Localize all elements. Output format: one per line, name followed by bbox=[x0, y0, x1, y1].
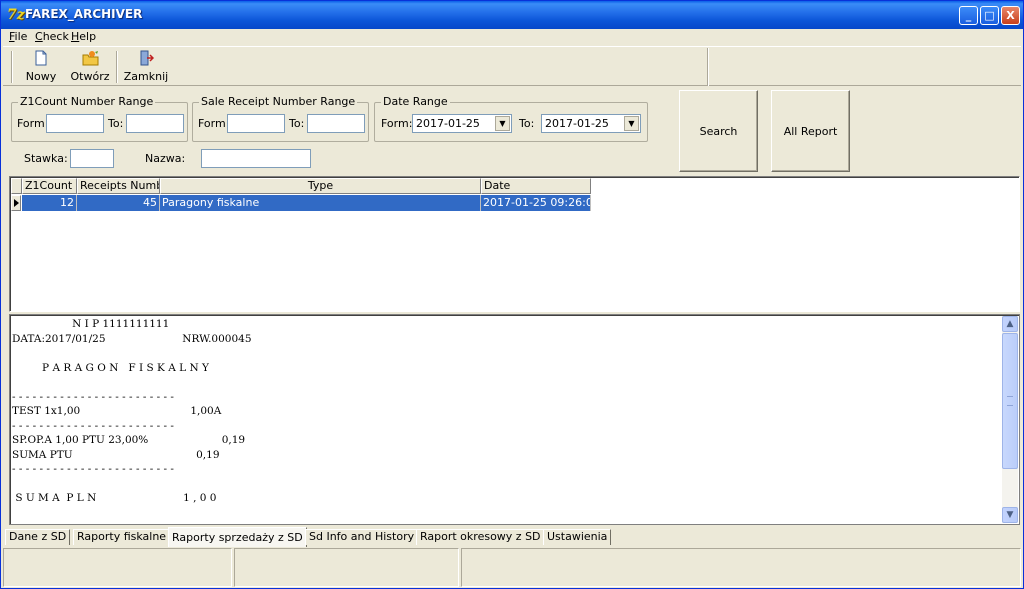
reports-grid[interactable]: Z1Count Receipts Numbe Type Date 12 45 P… bbox=[9, 176, 1020, 312]
receipt-text: N I P 1111111111 DATA:2017/01/25 NRW.000… bbox=[12, 318, 252, 504]
grid-header-z1count[interactable]: Z1Count bbox=[22, 178, 77, 194]
date-range-group: Date Range Form: 2017-01-25 ▼ To: 2017-0… bbox=[374, 95, 648, 142]
table-row-type[interactable]: Paragony fiskalne bbox=[160, 195, 481, 211]
sale-receipt-range-group: Sale Receipt Number Range Form To: bbox=[192, 95, 369, 142]
toolbar-grip bbox=[11, 51, 13, 83]
date-from-picker[interactable]: 2017-01-25 ▼ bbox=[412, 114, 512, 133]
maximize-button[interactable]: □ bbox=[980, 6, 999, 25]
menu-check[interactable]: Check bbox=[35, 30, 69, 43]
grid-header-receipts[interactable]: Receipts Numbe bbox=[77, 178, 160, 194]
status-panel-2 bbox=[234, 548, 459, 587]
open-button[interactable]: Otwórz bbox=[69, 50, 111, 84]
z1count-range-title: Z1Count Number Range bbox=[18, 95, 156, 108]
z1count-to-label: To: bbox=[108, 117, 124, 130]
table-row-date[interactable]: 2017-01-25 09:26:0( bbox=[481, 195, 591, 211]
date-to-picker[interactable]: 2017-01-25 ▼ bbox=[541, 114, 641, 133]
status-panel-3 bbox=[461, 548, 1021, 587]
app-icon: 7z bbox=[7, 7, 25, 23]
stawka-label: Stawka: bbox=[24, 152, 68, 165]
receipt-preview[interactable]: N I P 1111111111 DATA:2017/01/25 NRW.000… bbox=[9, 314, 1020, 525]
chevron-down-icon[interactable]: ▼ bbox=[624, 116, 639, 131]
tab-raporty-fiskalne[interactable]: Raporty fiskalne bbox=[73, 529, 171, 545]
scroll-down-icon[interactable]: ▼ bbox=[1002, 507, 1018, 523]
minimize-button[interactable]: _ bbox=[959, 6, 978, 25]
status-bar bbox=[3, 548, 1021, 587]
new-button[interactable]: Nowy bbox=[23, 50, 59, 84]
tab-ustawienia[interactable]: Ustawienia bbox=[543, 529, 612, 545]
sale-receipt-range-title: Sale Receipt Number Range bbox=[199, 95, 358, 108]
toolbar-separator-right bbox=[707, 48, 709, 86]
title-bar[interactable]: 7z FAREX_ARCHIVER _ □ X bbox=[1, 1, 1023, 29]
nazwa-input[interactable] bbox=[201, 149, 311, 168]
vertical-scrollbar[interactable]: ▲ ▼ bbox=[1002, 316, 1018, 523]
status-panel-1 bbox=[3, 548, 232, 587]
app-window: 7z FAREX_ARCHIVER _ □ X File Check Help … bbox=[0, 0, 1024, 589]
close-archive-button[interactable]: Zamknij bbox=[123, 50, 169, 84]
table-row-z1count[interactable]: 12 bbox=[22, 195, 77, 211]
grid-header-date[interactable]: Date bbox=[481, 178, 591, 194]
search-button-label: Search bbox=[699, 125, 738, 138]
tab-sd-info-history[interactable]: Sd Info and History bbox=[305, 529, 419, 545]
menu-bar: File Check Help bbox=[1, 29, 1023, 44]
row-indicator-icon[interactable] bbox=[11, 195, 21, 211]
toolbar-separator bbox=[116, 51, 118, 83]
table-row-receipts[interactable]: 45 bbox=[77, 195, 160, 211]
tab-bar: Dane z SD Raporty fiskalne Raporty sprze… bbox=[5, 527, 1021, 547]
all-report-button-label: All Report bbox=[783, 125, 838, 138]
nazwa-label: Nazwa: bbox=[145, 152, 186, 165]
sale-from-label: Form bbox=[198, 117, 226, 130]
z1count-to-input[interactable] bbox=[126, 114, 184, 133]
toolbar: Nowy Otwórz Zamknij bbox=[3, 46, 1021, 86]
date-to-value: 2017-01-25 bbox=[545, 117, 609, 130]
menu-help[interactable]: Help bbox=[71, 30, 96, 43]
menu-check-accel: C bbox=[35, 30, 43, 43]
open-folder-icon bbox=[82, 50, 99, 66]
tab-raporty-sprzedazy[interactable]: Raporty sprzedaży z SD bbox=[168, 527, 307, 547]
scroll-up-icon[interactable]: ▲ bbox=[1002, 316, 1018, 332]
exit-door-icon bbox=[138, 50, 155, 66]
window-title: FAREX_ARCHIVER bbox=[25, 7, 143, 21]
close-button[interactable]: X bbox=[1001, 6, 1020, 25]
date-to-label: To: bbox=[519, 117, 535, 130]
new-document-icon bbox=[33, 50, 49, 66]
date-from-value: 2017-01-25 bbox=[416, 117, 480, 130]
date-range-title: Date Range bbox=[381, 95, 450, 108]
menu-file[interactable]: File bbox=[9, 30, 27, 43]
new-button-label: Nowy bbox=[25, 70, 57, 83]
sale-to-label: To: bbox=[289, 117, 305, 130]
stawka-input[interactable] bbox=[70, 149, 114, 168]
grid-header-type[interactable]: Type bbox=[160, 178, 481, 194]
chevron-down-icon[interactable]: ▼ bbox=[495, 116, 510, 131]
sale-from-input[interactable] bbox=[227, 114, 285, 133]
tab-dane-z-sd[interactable]: Dane z SD bbox=[5, 529, 71, 545]
menu-file-label: ile bbox=[14, 30, 28, 43]
scroll-thumb[interactable] bbox=[1002, 333, 1018, 469]
grid-corner bbox=[11, 178, 22, 194]
menu-check-label: heck bbox=[42, 30, 69, 43]
z1count-range-group: Z1Count Number Range Form To: bbox=[11, 95, 188, 142]
open-button-label: Otwórz bbox=[70, 70, 110, 83]
z1count-from-input[interactable] bbox=[46, 114, 104, 133]
menu-help-label: elp bbox=[79, 30, 97, 43]
date-from-label: Form: bbox=[381, 117, 413, 130]
close-archive-label: Zamknij bbox=[123, 70, 169, 83]
all-report-button[interactable]: All Report bbox=[771, 90, 850, 172]
z1count-from-label: Form bbox=[17, 117, 45, 130]
sale-to-input[interactable] bbox=[307, 114, 365, 133]
tab-raport-okresowy[interactable]: Raport okresowy z SD bbox=[416, 529, 545, 545]
search-button[interactable]: Search bbox=[679, 90, 758, 172]
